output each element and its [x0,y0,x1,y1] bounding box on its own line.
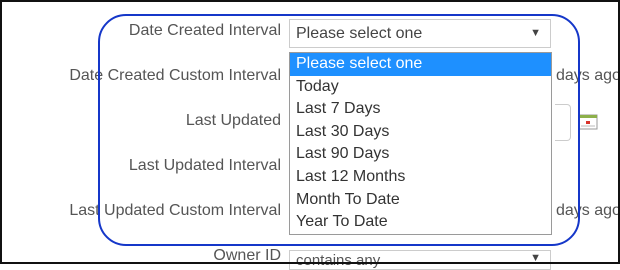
owner-id-select[interactable]: contains any ▼ [289,250,551,270]
last-updated-custom-interval-label: Last Updated Custom Interval [69,202,281,219]
dropdown-option[interactable]: Today [290,76,551,99]
last-updated-label: Last Updated [185,112,281,129]
last-updated-date-input[interactable] [555,104,571,141]
dropdown-option[interactable]: Last 7 Days [290,98,551,121]
calendar-icon[interactable] [578,113,598,130]
owner-id-value: contains any [296,252,381,269]
date-created-interval-label: Date Created Interval [128,22,281,39]
chevron-down-icon: ▼ [530,252,541,264]
dropdown-option[interactable]: Last 90 Days [290,143,551,166]
dropdown-option[interactable]: Month To Date [290,189,551,212]
days-ago-suffix: days ago [556,67,620,84]
dropdown-option[interactable]: Last 30 Days [290,121,551,144]
date-created-custom-interval-label: Date Created Custom Interval [69,67,281,84]
chevron-down-icon: ▼ [530,27,541,39]
date-created-interval-select[interactable]: Please select one ▼ [289,19,551,48]
dropdown-option[interactable]: Last 12 Months [290,166,551,189]
date-created-interval-value: Please select one [296,25,423,42]
date-created-interval-dropdown[interactable]: Please select one Today Last 7 Days Last… [289,52,552,235]
days-ago-suffix-2: days ago [556,202,620,219]
last-updated-interval-label: Last Updated Interval [128,157,281,174]
owner-id-label: Owner ID [213,247,281,264]
dropdown-option[interactable]: Year To Date [290,211,551,234]
dropdown-option[interactable]: Please select one [290,53,551,76]
